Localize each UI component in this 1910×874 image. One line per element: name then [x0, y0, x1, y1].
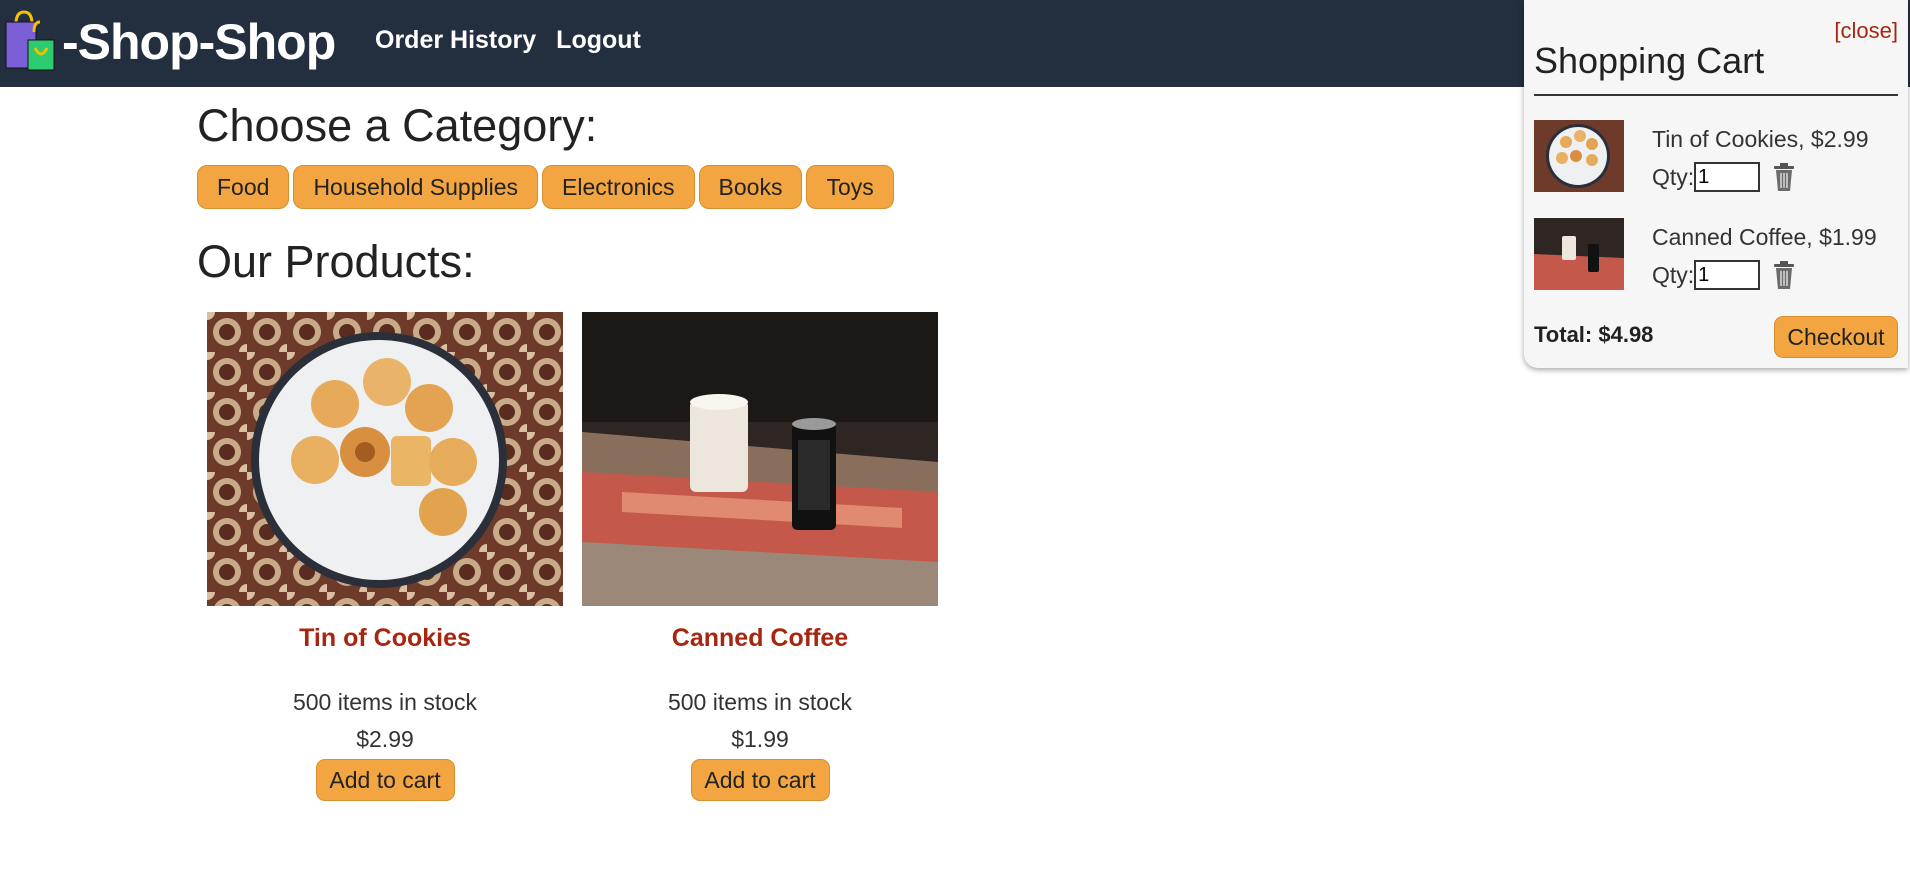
product-image-cookies[interactable] — [207, 312, 563, 606]
category-button-food[interactable]: Food — [197, 165, 290, 209]
brand-name: -Shop-Shop — [62, 14, 336, 70]
shopping-cart-panel: [close] Shopping Cart Tin of Cookies, $2… — [1524, 0, 1908, 368]
add-to-cart-button[interactable]: Add to cart — [315, 759, 455, 801]
nav-link-order-history[interactable]: Order History — [375, 26, 536, 55]
nav-link-logout[interactable]: Logout — [556, 26, 641, 55]
brand-logo[interactable]: -Shop-Shop — [2, 10, 336, 74]
checkout-button[interactable]: Checkout — [1774, 316, 1898, 358]
product-stock: 500 items in stock — [292, 689, 478, 715]
product-price: $1.99 — [731, 726, 789, 752]
cart-item: Canned Coffee, $1.99 Qty: — [1534, 218, 1898, 292]
product-price: $2.99 — [356, 726, 414, 752]
product-card: Canned Coffee 500 items in stock $1.99 A… — [582, 312, 938, 801]
product-image-coffee[interactable] — [582, 312, 938, 606]
trash-icon[interactable] — [1772, 260, 1796, 290]
shopping-bags-icon — [5, 10, 55, 71]
qty-label: Qty: — [1652, 261, 1695, 288]
product-name[interactable]: Canned Coffee — [582, 624, 938, 653]
cart-item-image — [1534, 120, 1624, 192]
cart-total: Total: $4.98 — [1534, 322, 1654, 347]
product-name[interactable]: Tin of Cookies — [207, 624, 563, 653]
qty-input[interactable] — [1694, 162, 1761, 192]
category-list: Food Household Supplies Electronics Book… — [197, 165, 894, 209]
products-heading: Our Products: — [197, 236, 475, 287]
cart-title: Shopping Cart — [1534, 40, 1765, 81]
nav-links: Order History Logout — [375, 26, 641, 55]
cart-item-description: Canned Coffee, $1.99 — [1652, 224, 1877, 250]
add-to-cart-button[interactable]: Add to cart — [690, 759, 830, 801]
cart-item-image — [1534, 218, 1624, 290]
cart-item-description: Tin of Cookies, $2.99 — [1652, 126, 1869, 152]
product-card: Tin of Cookies 500 items in stock $2.99 … — [207, 312, 563, 801]
cart-item-qty-row: Qty: — [1652, 162, 1796, 192]
category-button-electronics[interactable]: Electronics — [542, 165, 695, 209]
qty-label: Qty: — [1652, 163, 1695, 190]
category-heading: Choose a Category: — [197, 100, 598, 151]
cart-item: Tin of Cookies, $2.99 Qty: — [1534, 120, 1898, 194]
cart-close-button[interactable]: [close] — [1834, 18, 1898, 44]
product-stock: 500 items in stock — [667, 689, 853, 715]
cart-divider — [1534, 94, 1898, 96]
cart-item-qty-row: Qty: — [1652, 260, 1796, 290]
qty-input[interactable] — [1694, 260, 1761, 290]
category-button-toys[interactable]: Toys — [806, 165, 894, 209]
category-button-household-supplies[interactable]: Household Supplies — [293, 165, 539, 209]
category-button-books[interactable]: Books — [698, 165, 803, 209]
trash-icon[interactable] — [1772, 162, 1796, 192]
